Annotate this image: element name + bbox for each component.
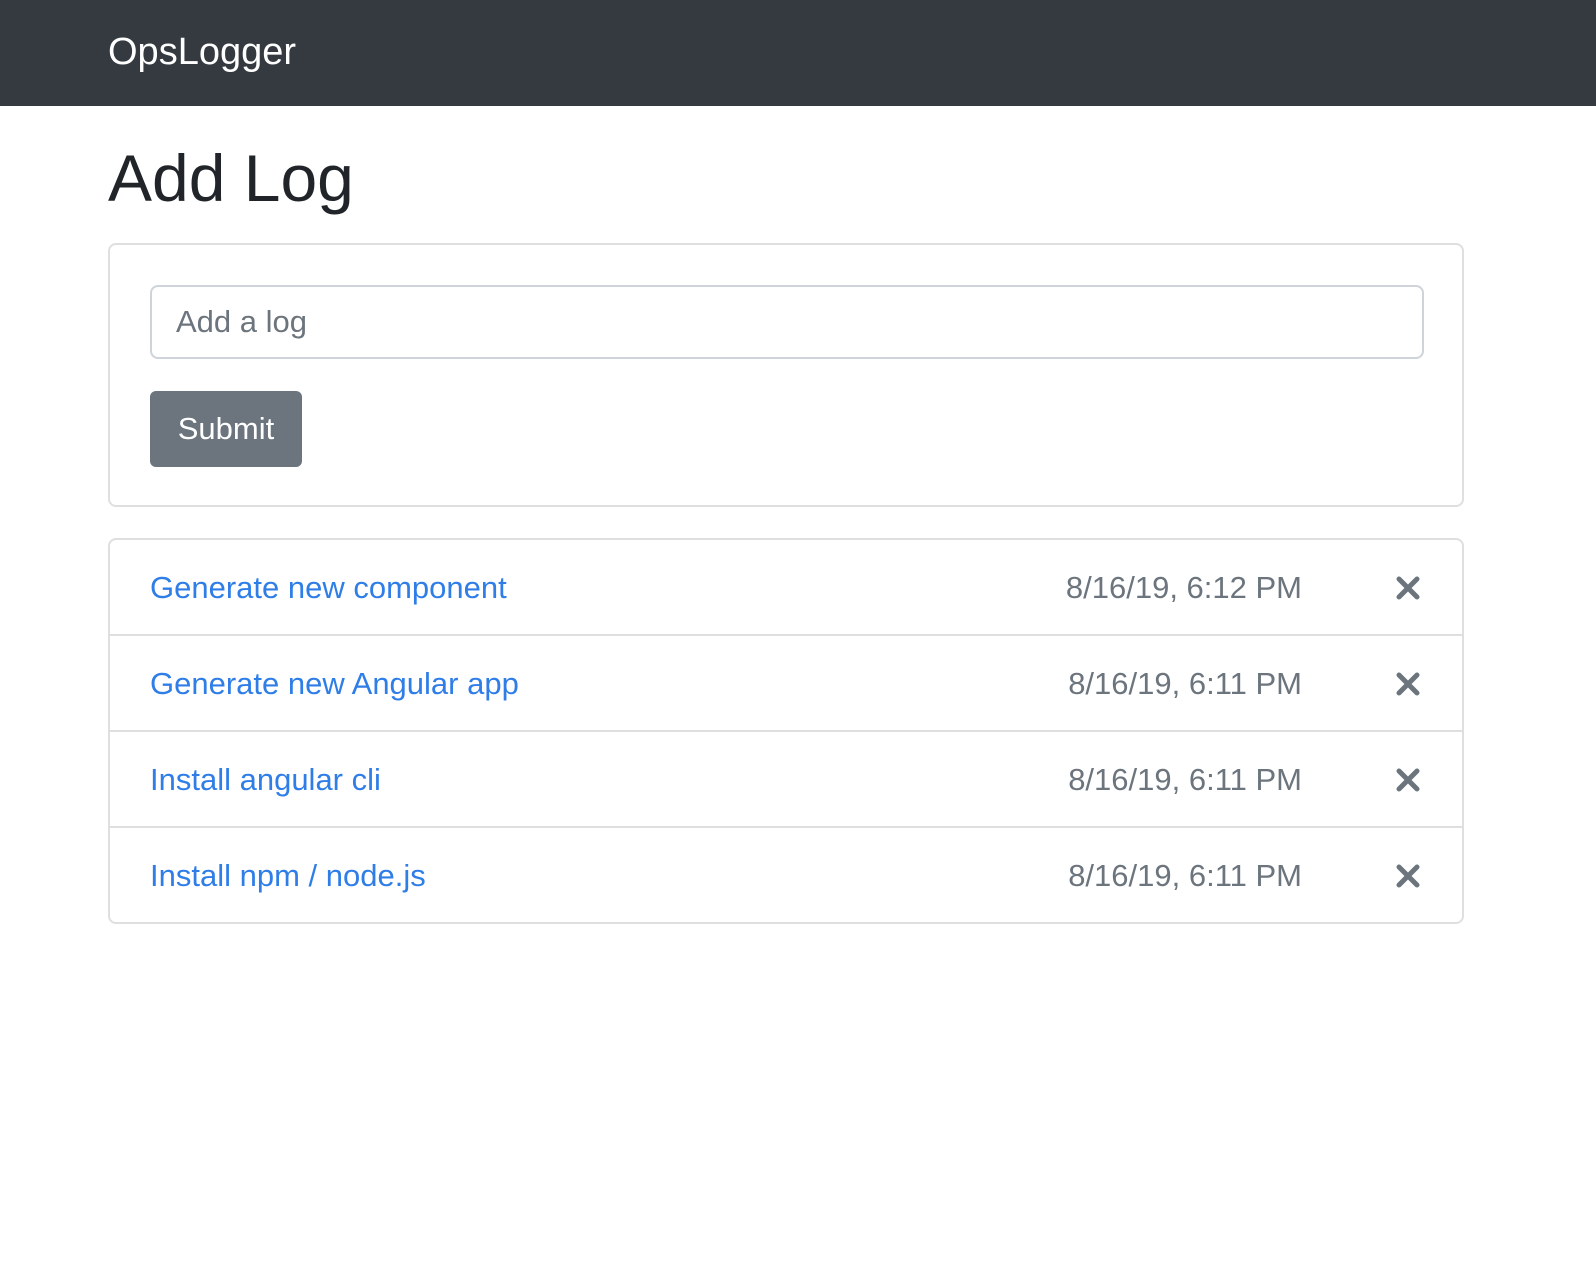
close-icon[interactable] bbox=[1394, 862, 1422, 890]
submit-button[interactable]: Submit bbox=[150, 391, 302, 467]
log-date: 8/16/19, 6:11 PM bbox=[1068, 762, 1302, 797]
add-log-form: Submit bbox=[108, 243, 1464, 507]
brand-link[interactable]: OpsLogger bbox=[108, 28, 296, 76]
log-date: 8/16/19, 6:11 PM bbox=[1068, 858, 1302, 893]
log-item: Install angular cli 8/16/19, 6:11 PM bbox=[110, 732, 1462, 828]
close-icon[interactable] bbox=[1394, 766, 1422, 794]
log-list: Generate new component 8/16/19, 6:12 PM … bbox=[108, 538, 1464, 924]
navbar: OpsLogger bbox=[0, 0, 1596, 106]
log-text-link[interactable]: Install angular cli bbox=[150, 732, 381, 828]
log-item: Generate new Angular app 8/16/19, 6:11 P… bbox=[110, 636, 1462, 732]
close-icon[interactable] bbox=[1394, 670, 1422, 698]
log-text-link[interactable]: Install npm / node.js bbox=[150, 828, 426, 922]
log-text-link[interactable]: Generate new Angular app bbox=[150, 636, 519, 732]
log-date: 8/16/19, 6:12 PM bbox=[1065, 570, 1302, 605]
page-title: Add Log bbox=[108, 141, 354, 215]
close-icon[interactable] bbox=[1394, 574, 1422, 602]
log-item: Generate new component 8/16/19, 6:12 PM bbox=[110, 540, 1462, 636]
log-item: Install npm / node.js 8/16/19, 6:11 PM bbox=[110, 828, 1462, 922]
log-input[interactable] bbox=[150, 285, 1424, 359]
log-text-link[interactable]: Generate new component bbox=[150, 540, 507, 636]
log-date: 8/16/19, 6:11 PM bbox=[1068, 666, 1302, 701]
